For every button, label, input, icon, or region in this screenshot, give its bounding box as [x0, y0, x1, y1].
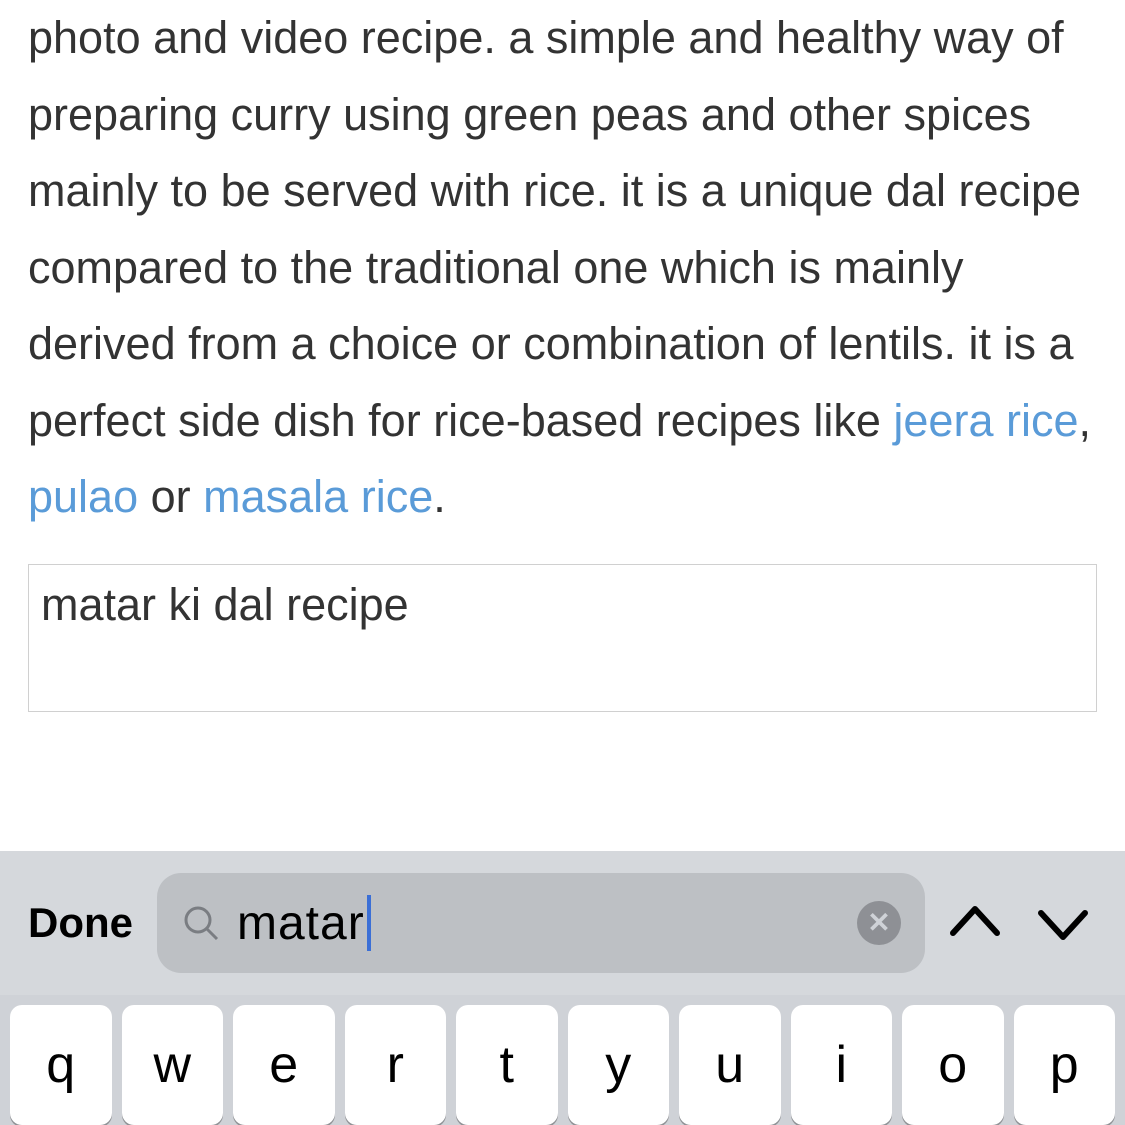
search-input[interactable]: matar	[237, 896, 365, 951]
find-in-page-bar: Done matar ✕	[0, 851, 1125, 995]
key-e[interactable]: e	[233, 1005, 335, 1125]
key-w[interactable]: w	[122, 1005, 224, 1125]
search-input-wrap[interactable]: matar	[237, 895, 371, 951]
key-r[interactable]: r	[345, 1005, 447, 1125]
clear-search-button[interactable]: ✕	[857, 901, 901, 945]
key-u[interactable]: u	[679, 1005, 781, 1125]
keyboard-row-1: q w e r t y u i o p	[0, 995, 1125, 1125]
close-icon: ✕	[867, 909, 890, 937]
key-i[interactable]: i	[791, 1005, 893, 1125]
keyboard-area: Done matar ✕ q w e r	[0, 851, 1125, 1125]
link-jeera-rice[interactable]: jeera rice	[893, 395, 1078, 446]
key-y[interactable]: y	[568, 1005, 670, 1125]
key-q[interactable]: q	[10, 1005, 112, 1125]
paragraph-text: photo and video recipe. a simple and hea…	[28, 12, 1081, 446]
link-pulao[interactable]: pulao	[28, 471, 138, 522]
article-paragraph: photo and video recipe. a simple and hea…	[28, 0, 1097, 536]
recipe-title-text: matar ki dal recipe	[41, 579, 1084, 631]
find-nav-arrows	[945, 893, 1101, 953]
chevron-down-icon[interactable]	[1033, 893, 1093, 953]
key-o[interactable]: o	[902, 1005, 1004, 1125]
paragraph-tail: .	[433, 471, 446, 522]
key-t[interactable]: t	[456, 1005, 558, 1125]
chevron-up-icon[interactable]	[945, 893, 1005, 953]
text-cursor	[367, 895, 371, 951]
link-masala-rice[interactable]: masala rice	[203, 471, 433, 522]
recipe-title-box: matar ki dal recipe	[28, 564, 1097, 712]
sep: or	[138, 471, 203, 522]
search-field[interactable]: matar ✕	[157, 873, 925, 973]
article-body: photo and video recipe. a simple and hea…	[0, 0, 1125, 536]
sep: ,	[1078, 395, 1091, 446]
done-button[interactable]: Done	[24, 899, 137, 947]
search-icon	[181, 903, 221, 943]
key-p[interactable]: p	[1014, 1005, 1116, 1125]
